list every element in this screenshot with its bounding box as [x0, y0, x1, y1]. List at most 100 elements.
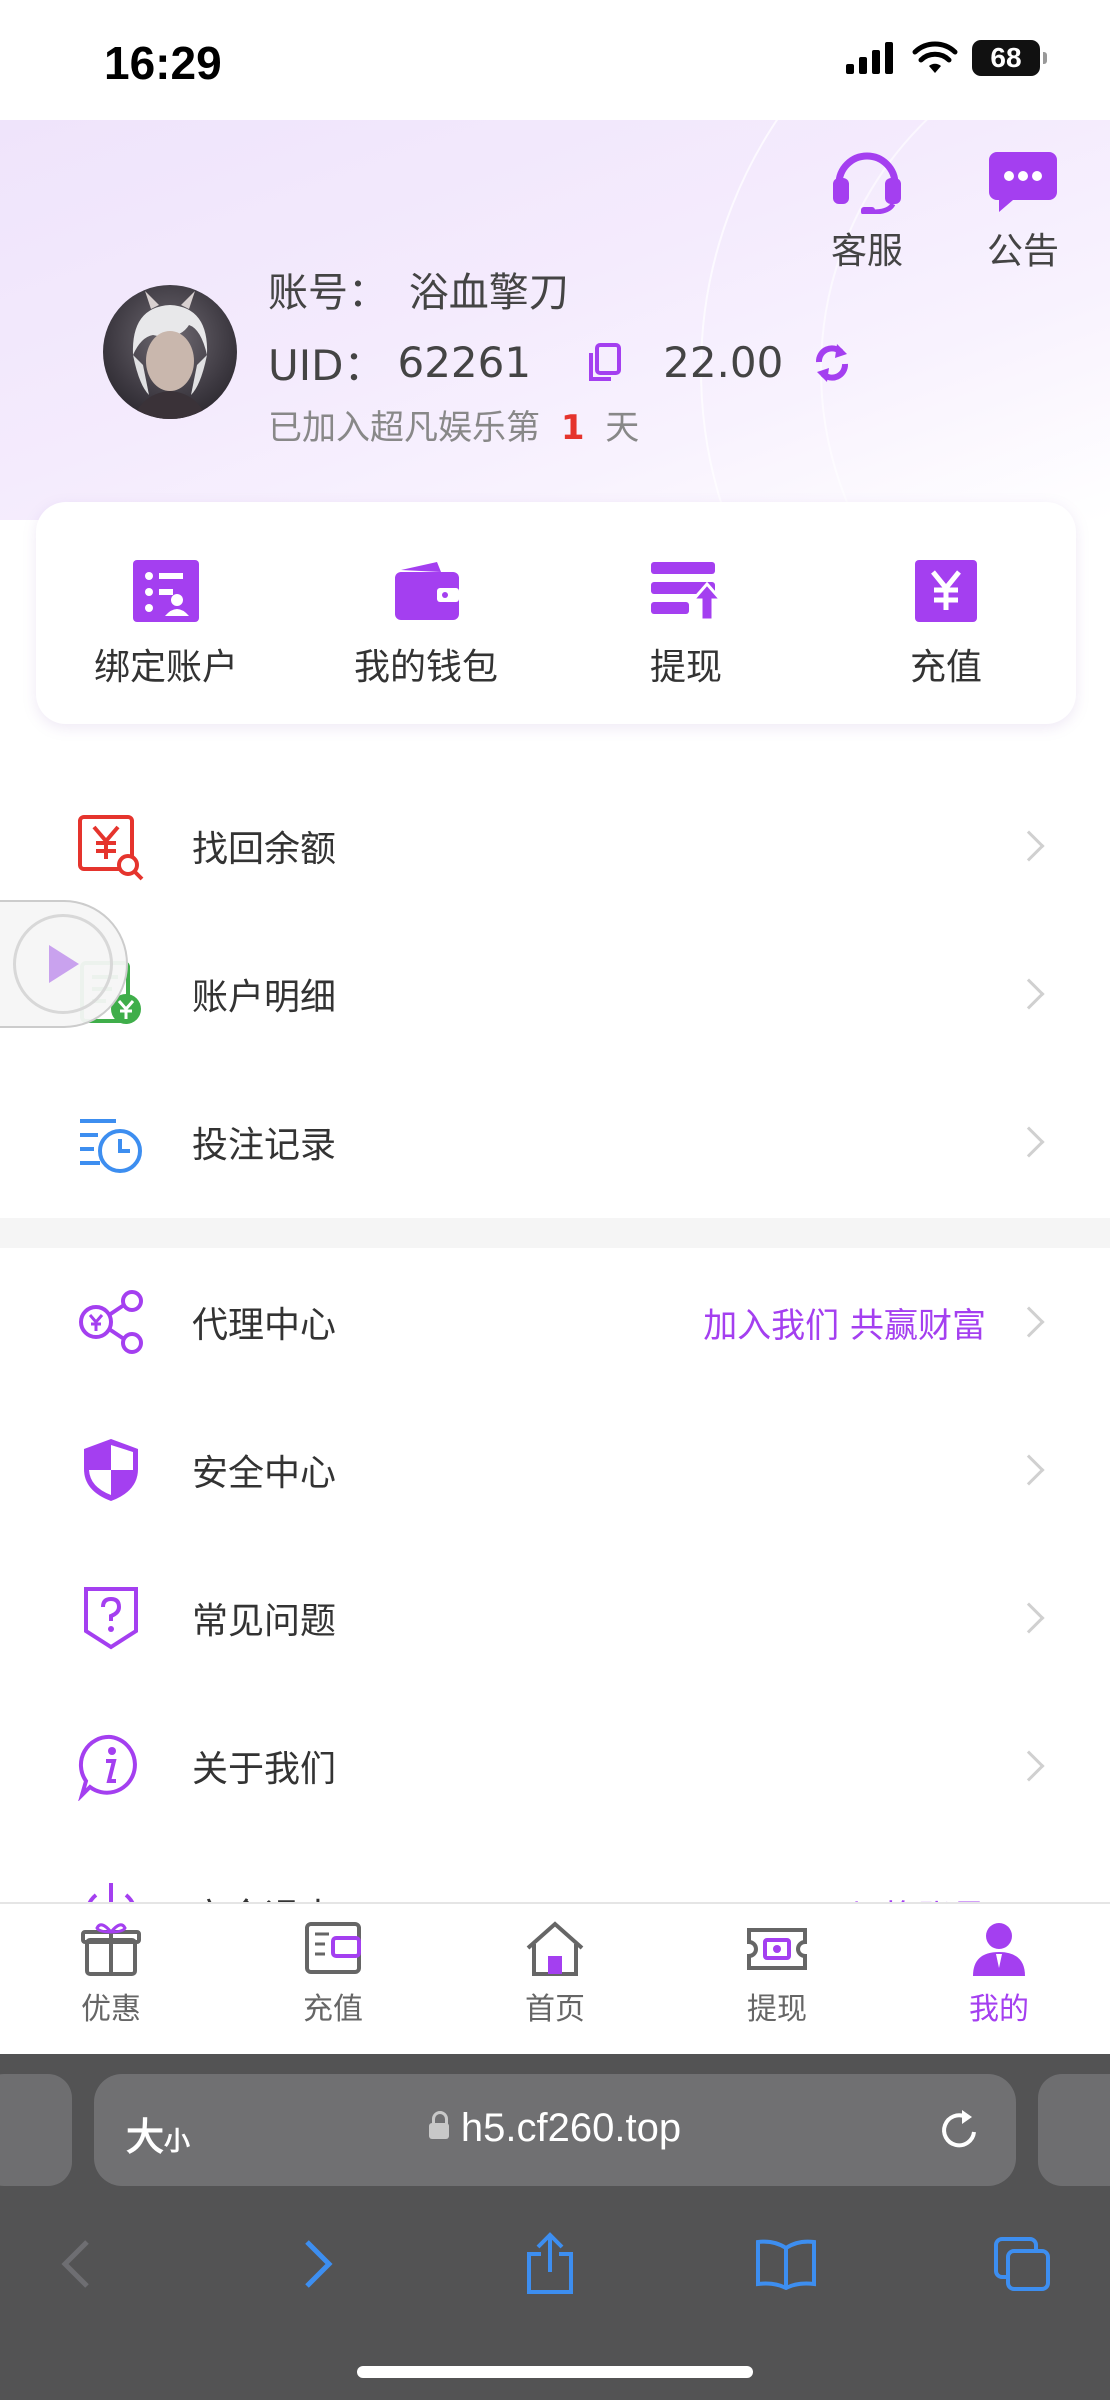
customer-service-label: 客服 [830, 231, 903, 272]
avatar[interactable] [103, 285, 237, 419]
reload-icon[interactable] [938, 2108, 982, 2152]
book-icon [756, 2239, 816, 2290]
signal-icon [846, 42, 893, 74]
chevron-right-icon [1013, 978, 1045, 1010]
chevron-right-icon [1013, 1602, 1045, 1634]
home-icon [526, 1921, 584, 1976]
profile-header: 客服 公告 账号： 浴血擎刀 UID： 62261 22.00 已加入超凡娱乐第… [0, 120, 1110, 520]
menu-item-about-us[interactable]: 关于我们 [0, 1692, 1110, 1840]
chevron-right-icon [305, 2240, 333, 2288]
shield-icon [84, 1439, 138, 1501]
announcement-label: 公告 [986, 231, 1059, 272]
card-wallet-icon [305, 1922, 361, 1974]
menu-item-account-details[interactable]: 账户明细 [0, 920, 1110, 1068]
menu-label: 常见问题 [192, 1601, 337, 1642]
account-name: 浴血擎刀 [408, 270, 569, 316]
browser-toolbar: 大小 h5.cf260.top [0, 2054, 1110, 2400]
share-network-icon [79, 1290, 143, 1354]
url-text: h5.cf260.top [94, 2106, 1016, 2151]
bookmarks-button[interactable] [746, 2224, 826, 2304]
tab-label: 提现 [747, 1992, 807, 2027]
tab-label: 充值 [303, 1992, 363, 2027]
menu-item-security-center[interactable]: 安全中心 [0, 1396, 1110, 1544]
quick-action-bind-account[interactable]: 绑定账户 [36, 502, 296, 724]
bottom-tab-bar: 优惠 充值 首页 提现 我的 [0, 1902, 1110, 2054]
menu-item-agent-center[interactable]: 代理中心 加入我们 共赢财富 [0, 1248, 1110, 1396]
tab-promo[interactable]: 优惠 [0, 1904, 222, 2054]
menu-label: 关于我们 [192, 1749, 337, 1790]
tab-label: 优惠 [81, 1992, 141, 2027]
back-button[interactable] [36, 2224, 116, 2304]
tab-recharge[interactable]: 充值 [222, 1904, 444, 2054]
tabs-button[interactable] [982, 2224, 1062, 2304]
url-value: h5.cf260.top [460, 2106, 682, 2150]
recover-balance-icon [78, 815, 144, 881]
message-icon [989, 152, 1057, 212]
question-shield-icon [84, 1587, 138, 1650]
share-icon [527, 2232, 573, 2294]
forward-button[interactable] [278, 2224, 358, 2304]
customer-service-button[interactable]: 客服 [812, 148, 922, 274]
copy-icon[interactable] [587, 342, 623, 383]
quick-action-label: 我的钱包 [353, 647, 498, 688]
status-time: 16:29 [104, 37, 222, 89]
tab-home[interactable]: 首页 [444, 1904, 666, 2054]
joined-prefix: 已加入超凡娱乐第 [268, 408, 540, 448]
joined-days-line: 已加入超凡娱乐第 1 天 [268, 400, 639, 449]
menu-label: 安全中心 [192, 1453, 337, 1494]
chevron-right-icon [1013, 1306, 1045, 1338]
info-icon [78, 1734, 137, 1801]
section-divider [0, 1218, 1110, 1248]
recharge-icon [915, 560, 977, 622]
tab-withdraw[interactable]: 提现 [666, 1904, 888, 2054]
tab-mine[interactable]: 我的 [888, 1904, 1110, 2054]
chevron-right-icon [1013, 1750, 1045, 1782]
balance-value: 22.00 [663, 338, 784, 387]
home-indicator [357, 2366, 753, 2378]
menu-item-faq[interactable]: 常见问题 [0, 1544, 1110, 1692]
bet-records-icon [80, 1119, 142, 1173]
wallet-icon [395, 562, 459, 620]
menu-item-bet-records[interactable]: 投注记录 [0, 1068, 1110, 1216]
menu-item-recover-balance[interactable]: 找回余额 [0, 772, 1110, 920]
quick-action-label: 绑定账户 [93, 647, 238, 688]
menu-label: 代理中心 [192, 1305, 337, 1346]
quick-action-wallet[interactable]: 我的钱包 [296, 502, 556, 724]
tab-label: 我的 [969, 1992, 1029, 2027]
refresh-icon[interactable] [811, 342, 853, 384]
menu-label: 账户明细 [192, 977, 337, 1018]
previous-tab-preview[interactable] [0, 2074, 72, 2186]
announcement-button[interactable]: 公告 [968, 148, 1078, 274]
status-bar: 16:29 68 [0, 0, 1110, 120]
uid-prefix: UID： [268, 341, 386, 390]
uid-value: 62261 [397, 338, 532, 387]
chevron-right-icon [1013, 1454, 1045, 1486]
floating-play-button[interactable] [0, 900, 128, 1028]
tabs-icon [994, 2237, 1050, 2291]
play-icon [49, 945, 79, 983]
headset-icon [833, 152, 901, 215]
chevron-right-icon [1013, 830, 1045, 862]
joined-suffix: 天 [605, 408, 640, 448]
share-button[interactable] [510, 2224, 590, 2304]
quick-action-label: 充值 [909, 647, 982, 688]
bind-account-icon [133, 560, 199, 622]
joined-days: 1 [560, 408, 585, 448]
quick-action-recharge[interactable]: 充值 [816, 502, 1076, 724]
tab-label: 首页 [525, 1992, 585, 2027]
ticket-icon [747, 1928, 807, 1970]
account-prefix: 账号： [268, 270, 388, 316]
menu-label: 投注记录 [192, 1125, 337, 1166]
withdraw-icon [651, 562, 723, 622]
browser-nav-tools [0, 2224, 1110, 2304]
battery-indicator: 68 [972, 40, 1047, 76]
account-line: 账号： 浴血擎刀 [268, 260, 569, 318]
uid-line: UID： 62261 22.00 [268, 332, 853, 393]
status-icons: 68 [846, 40, 1047, 76]
quick-action-label: 提现 [649, 647, 722, 688]
quick-actions-card: 绑定账户 我的钱包 提现 充值 [36, 502, 1076, 724]
quick-action-withdraw[interactable]: 提现 [556, 502, 816, 724]
address-bar[interactable]: 大小 h5.cf260.top [94, 2074, 1016, 2186]
gift-icon [81, 1923, 141, 1976]
next-tab-preview[interactable] [1038, 2074, 1110, 2186]
